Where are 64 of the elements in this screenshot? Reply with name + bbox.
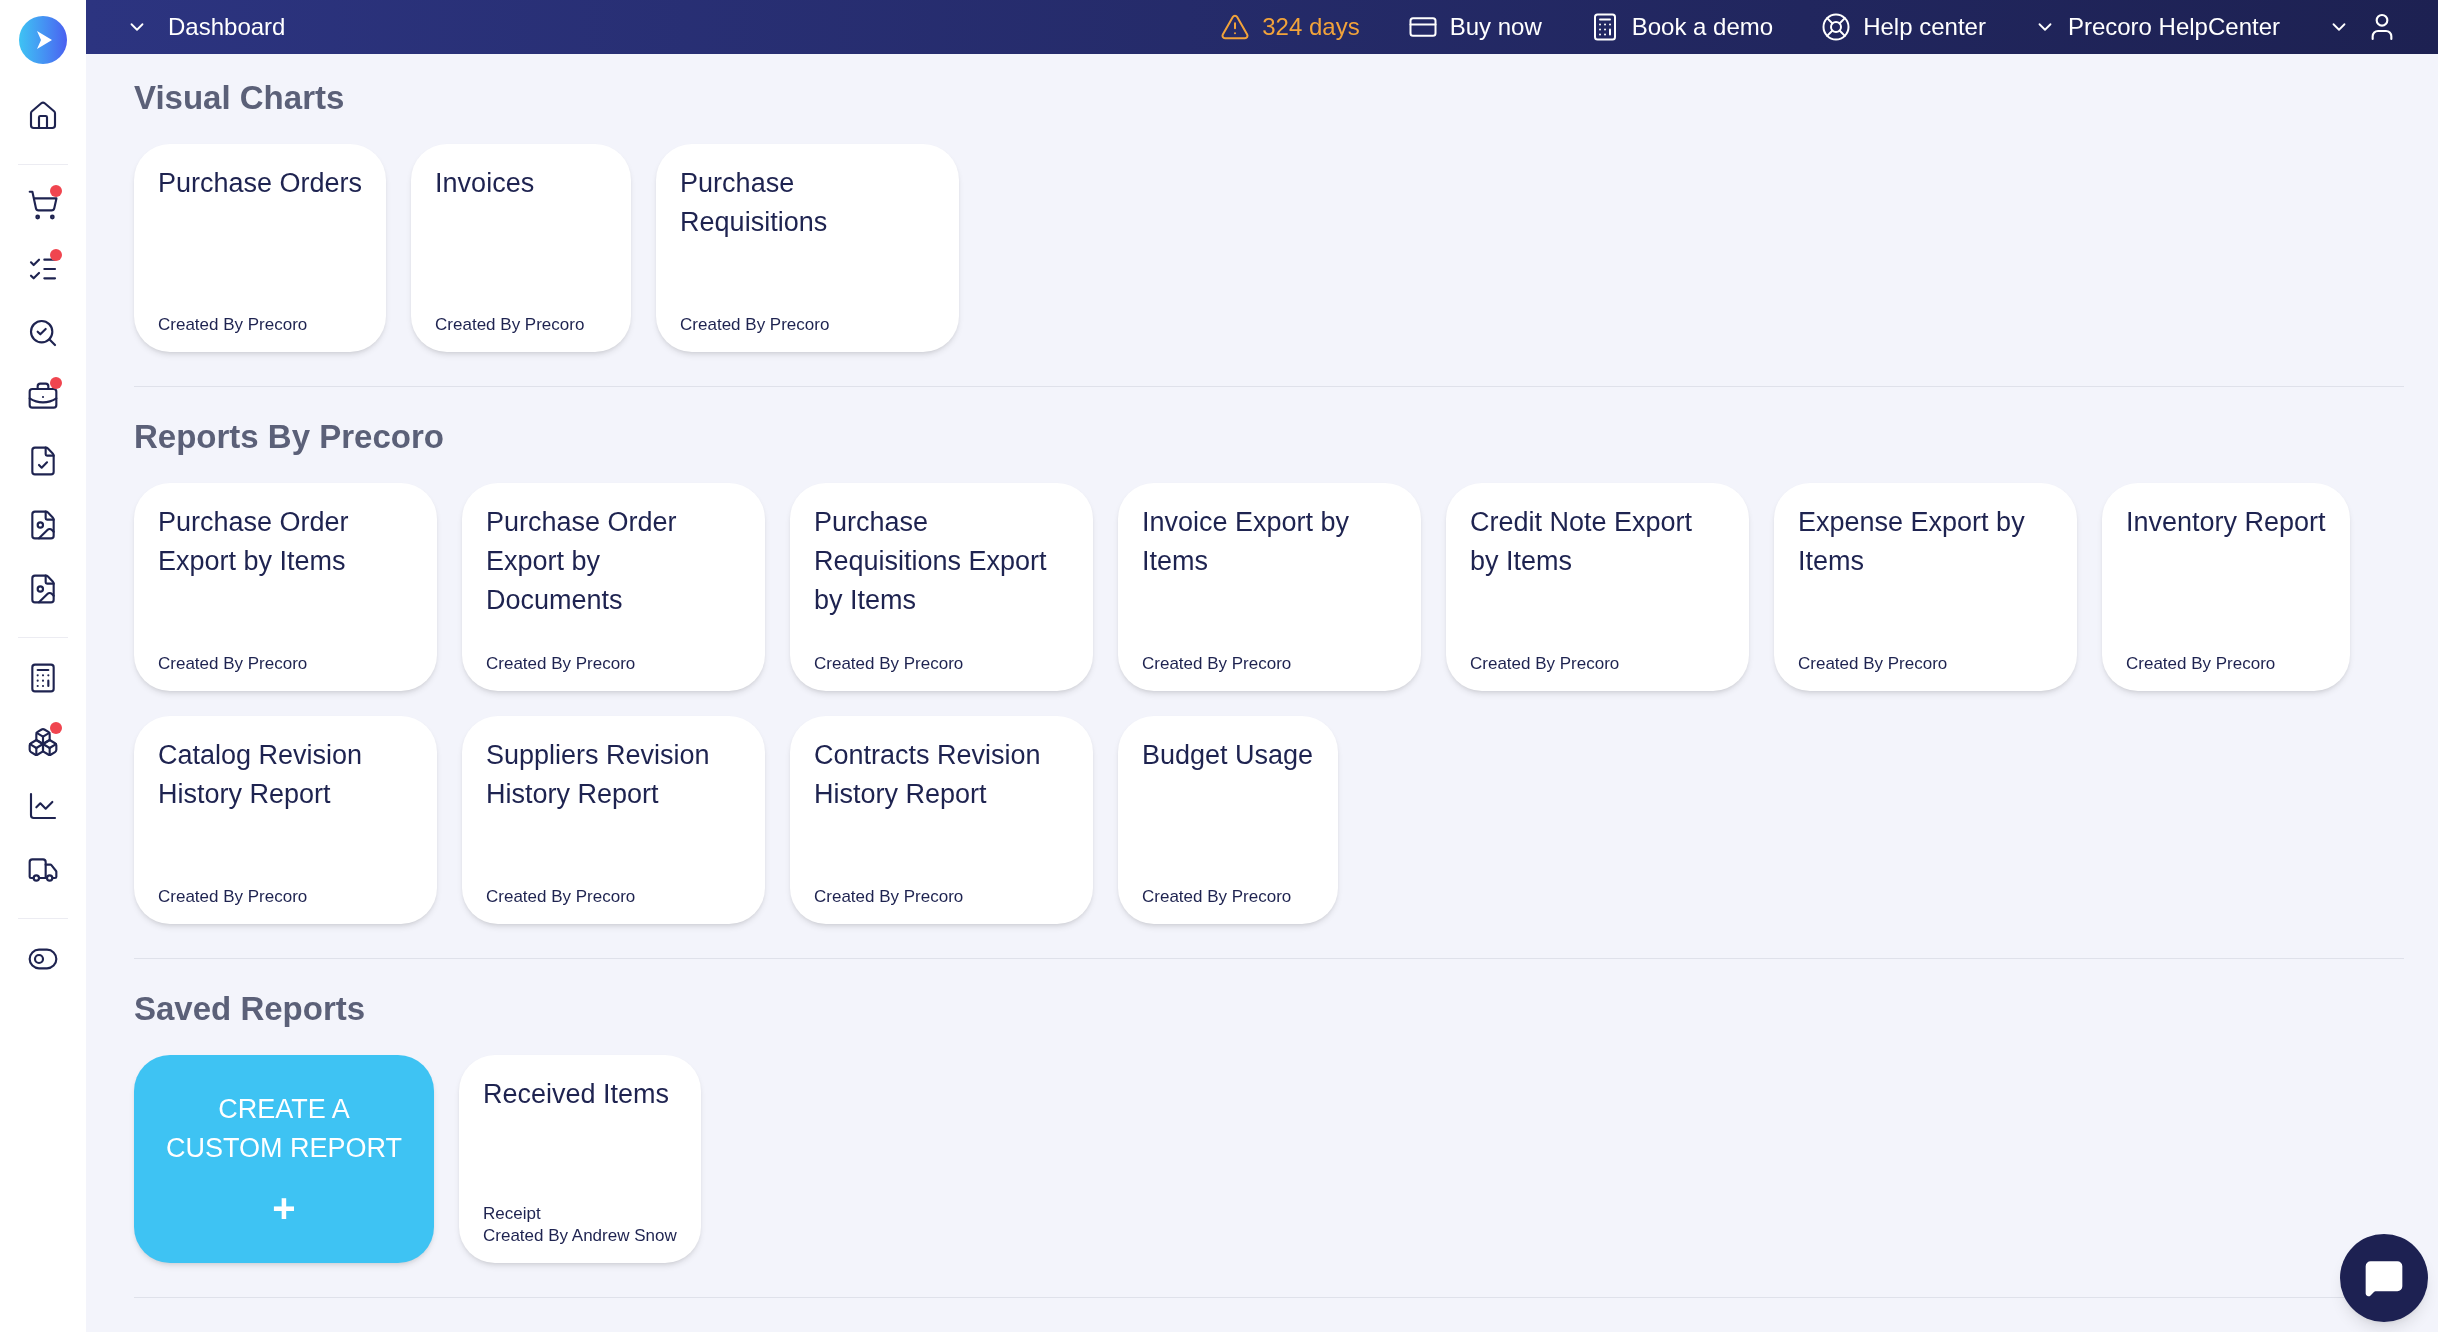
report-meta: Created By Precoro	[486, 653, 637, 675]
report-card[interactable]: Purchase Orders Created By Precoro	[134, 144, 387, 352]
report-card[interactable]: Invoice Export by Items Created By Precoro	[1118, 483, 1421, 691]
section-heading: Visual Charts	[134, 78, 346, 118]
report-meta: Created By Precoro	[158, 314, 309, 336]
report-title: Received Items	[483, 1078, 671, 1111]
report-title: Purchase Requisitions Export by Items	[814, 506, 1048, 617]
report-card[interactable]: Contracts Revision History Report Created By Precoro	[790, 716, 1093, 924]
report-meta: Created By Precoro	[435, 314, 586, 336]
report-meta: Created By Precoro	[814, 886, 965, 908]
boxes-icon	[27, 726, 59, 758]
page-title: Dashboard	[168, 12, 286, 42]
report-meta: Receipt	[483, 1203, 542, 1225]
report-title: Contracts Revision History Report	[814, 739, 1042, 811]
report-meta: Created By Precoro	[158, 886, 309, 908]
report-title: Suppliers Revision History Report	[486, 739, 711, 811]
report-meta: Created By Precoro	[486, 886, 637, 908]
report-meta: Created By Precoro	[158, 653, 309, 675]
report-title: Purchase Order Export by Documents	[486, 506, 678, 617]
report-title: Purchase Order Export by Items	[158, 506, 350, 578]
report-title: Invoices	[435, 167, 536, 200]
report-card[interactable]: Budget Usage Created By Precoro	[1118, 716, 1338, 924]
report-card[interactable]: Invoices Created By Precoro	[411, 144, 632, 352]
report-title: Purchase Requisitions	[680, 167, 829, 239]
report-meta: Created By Precoro	[1798, 653, 1949, 675]
search-icon	[27, 317, 59, 349]
report-card[interactable]: Catalog Revision History Report Created By Precoro	[134, 716, 437, 924]
report-meta: Created By Precoro	[680, 314, 831, 336]
report-card[interactable]: Inventory Report Created By Precoro	[2102, 483, 2350, 691]
chat-icon	[2364, 1258, 2404, 1298]
report-title: Inventory Report	[2126, 506, 2326, 539]
home-icon	[27, 100, 59, 132]
report-card[interactable]: Purchase Order Export by Documents Created By Precoro	[462, 483, 765, 691]
chart-icon	[27, 790, 59, 822]
top-bar-link[interactable]: Help center	[1821, 9, 1986, 45]
section-heading: Saved Reports	[134, 989, 367, 1029]
report-meta: Created By Precoro	[1470, 653, 1621, 675]
report-card[interactable]: Purchase Requisitions Export by Items Created By Precoro	[790, 483, 1093, 691]
report-card[interactable]: Suppliers Revision History Report Created By Precoro	[462, 716, 765, 924]
report-meta: Created By Precoro	[1142, 653, 1293, 675]
report-title: Credit Note Export by Items	[1470, 506, 1694, 578]
report-meta: Created By Precoro	[1142, 886, 1293, 908]
trial-warning[interactable]: 324 days	[1220, 9, 1360, 45]
report-meta: Created By Precoro	[814, 653, 965, 675]
top-bar-link[interactable]: Buy now	[1407, 9, 1542, 45]
report-meta: Created By Precoro	[2126, 653, 2277, 675]
report-title: Budget Usage	[1142, 739, 1314, 772]
report-meta: Created By Andrew Snow	[483, 1225, 677, 1247]
report-title: Invoice Export by Items	[1142, 506, 1351, 578]
logo-icon[interactable]	[19, 16, 67, 64]
warning-icon	[1220, 12, 1251, 42]
report-card[interactable]: Received Items Receipt Created By Andrew Snow	[459, 1055, 701, 1263]
top-bar-link[interactable]: Book a demo	[1589, 9, 1774, 45]
cart-icon	[27, 189, 59, 221]
report-card[interactable]: Purchase Requisitions Created By Precoro	[656, 144, 960, 352]
report-card[interactable]: Expense Export by Items Created By Precoro	[1774, 483, 2077, 691]
lifebuoy-icon	[1821, 12, 1852, 42]
company-dropdown[interactable]: Precoro HelpCenter	[2033, 9, 2280, 45]
report-title: Expense Export by Items	[1798, 506, 2026, 578]
report-title: Purchase Orders	[158, 167, 363, 200]
report-title: Catalog Revision History Report	[158, 739, 364, 811]
report-card[interactable]: Credit Note Export by Items Created By Precoro	[1446, 483, 1749, 691]
report-card[interactable]: Purchase Order Export by Items Created By Precoro	[134, 483, 437, 691]
section-heading: Reports By Precoro	[134, 417, 445, 457]
